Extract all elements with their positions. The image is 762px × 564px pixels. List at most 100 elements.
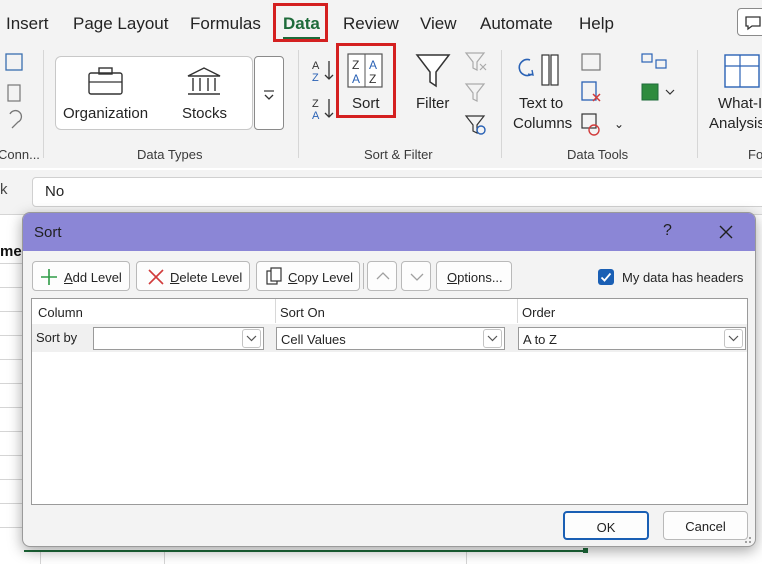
menu-formulas[interactable]: Formulas — [190, 14, 261, 34]
dialog-title-bar[interactable] — [23, 213, 755, 251]
sort-filter-group-label: Sort & Filter — [364, 147, 433, 162]
formula-bar[interactable] — [32, 177, 762, 207]
chevron-down-icon[interactable]: ⌄ — [614, 117, 624, 131]
data-types-more-button[interactable] — [254, 56, 284, 130]
sort-dialog: Sort ? Add Level Delete Level Copy Level — [22, 212, 756, 547]
cancel-button[interactable]: Cancel — [663, 511, 748, 540]
stocks-button[interactable]: Stocks — [182, 105, 227, 122]
column-header-sort-on: Sort On — [280, 305, 325, 320]
sheet-header-fragment: me — [0, 243, 22, 260]
column-header-order: Order — [522, 305, 556, 320]
data-tools-group-label: Data Tools — [567, 147, 629, 162]
sheet-row-line — [0, 359, 24, 360]
sort-button[interactable]: Sort — [352, 95, 380, 112]
sort-a-to-z-icon[interactable]: A Z Z A — [308, 55, 338, 125]
svg-text:Z: Z — [312, 98, 319, 110]
sheet-row-line — [0, 455, 24, 456]
close-button[interactable] — [713, 219, 739, 245]
svg-text:Z: Z — [352, 58, 359, 72]
options-label: Options... — [447, 270, 503, 285]
sort-column-dropdown[interactable] — [93, 327, 264, 350]
copy-level-button[interactable]: Copy Level — [256, 261, 360, 291]
headers-checkbox-label[interactable]: My data has headers — [622, 270, 743, 285]
filter-tools-icons — [464, 52, 487, 135]
sheet-row-line — [0, 287, 24, 288]
svg-text:A: A — [369, 58, 377, 72]
group-separator — [298, 50, 299, 158]
sheet-row-line — [0, 383, 24, 384]
menu-automate[interactable]: Automate — [480, 14, 553, 34]
toolbar-separator — [363, 263, 364, 289]
sheet-col-line — [164, 552, 165, 564]
menu-help[interactable]: Help — [579, 14, 614, 34]
move-up-button[interactable] — [367, 261, 397, 291]
add-level-button[interactable]: Add Level — [32, 261, 130, 291]
filter-button[interactable]: Filter — [416, 95, 449, 112]
add-level-label: Add Level — [64, 270, 122, 285]
comments-button[interactable] — [737, 8, 762, 36]
sheet-row-line — [0, 311, 24, 312]
copy-icon — [266, 267, 282, 285]
data-tools-small-icons — [581, 53, 601, 136]
help-button[interactable]: ? — [663, 222, 672, 240]
menu-review[interactable]: Review — [343, 14, 399, 34]
dropdown-arrow[interactable] — [724, 329, 743, 348]
chevron-down-icon — [728, 335, 739, 342]
chevron-down-icon — [410, 273, 424, 281]
sheet-col-line — [40, 552, 41, 564]
delete-level-button[interactable]: Delete Level — [136, 261, 250, 291]
column-separator — [517, 299, 518, 323]
comment-icon — [745, 16, 761, 31]
fill-handle[interactable] — [583, 548, 588, 553]
move-down-button[interactable] — [401, 261, 431, 291]
dropdown-arrow[interactable] — [242, 329, 261, 348]
menu-insert[interactable]: Insert — [6, 14, 49, 34]
text-to-columns-label-2[interactable]: Columns — [513, 115, 572, 132]
group-separator — [43, 50, 44, 158]
ok-button[interactable]: OK — [563, 511, 649, 540]
organization-icon — [88, 67, 123, 95]
delete-x-icon — [148, 269, 164, 285]
menu-view[interactable]: View — [420, 14, 457, 34]
name-box-fragment[interactable]: k — [0, 181, 8, 198]
what-if-analysis-label-1[interactable]: What-I — [718, 95, 762, 112]
connections-icons — [5, 53, 23, 129]
menu-page-layout[interactable]: Page Layout — [73, 14, 168, 34]
relationships-icons — [641, 53, 675, 101]
close-icon — [719, 225, 733, 239]
chevron-down-icon — [246, 335, 257, 342]
organization-button[interactable]: Organization — [63, 105, 148, 122]
order-value: A to Z — [523, 332, 557, 347]
text-to-columns-icon — [518, 54, 559, 86]
sheet-row-line — [0, 431, 24, 432]
plus-icon — [41, 269, 57, 285]
checkmark-icon — [600, 272, 612, 282]
sort-levels-grid: Column Sort On Order Sort by Cell Values… — [31, 298, 748, 505]
svg-text:A: A — [312, 60, 320, 72]
copy-level-label: Copy Level — [288, 270, 354, 285]
order-dropdown[interactable]: A to Z — [518, 327, 746, 350]
sort-on-value: Cell Values — [281, 332, 346, 347]
options-button[interactable]: Options... — [436, 261, 512, 291]
filter-icon — [415, 54, 451, 88]
text-to-columns-label-1[interactable]: Text to — [519, 95, 563, 112]
dialog-title: Sort — [34, 224, 62, 241]
dropdown-arrow[interactable] — [483, 329, 502, 348]
cancel-label: Cancel — [685, 519, 726, 534]
what-if-analysis-label-2[interactable]: Analysis — [709, 115, 762, 132]
svg-text:Z: Z — [369, 72, 376, 86]
sort-on-dropdown[interactable]: Cell Values — [276, 327, 505, 350]
sort-icon: Z A A Z — [347, 53, 383, 88]
sheet-row-line — [0, 503, 24, 504]
selection-border — [24, 550, 586, 552]
headers-checkbox[interactable] — [598, 269, 614, 285]
ok-label: OK — [596, 520, 616, 535]
what-if-analysis-icon — [724, 54, 760, 88]
formula-bar-value: No — [45, 183, 65, 200]
column-header-column: Column — [38, 305, 83, 320]
delete-level-label: Delete Level — [170, 270, 243, 285]
chevron-down-icon — [264, 90, 274, 100]
sheet-row-line — [0, 527, 24, 528]
queries-connections-label: Conn... — [0, 147, 40, 162]
resize-grip-icon[interactable] — [741, 533, 753, 545]
